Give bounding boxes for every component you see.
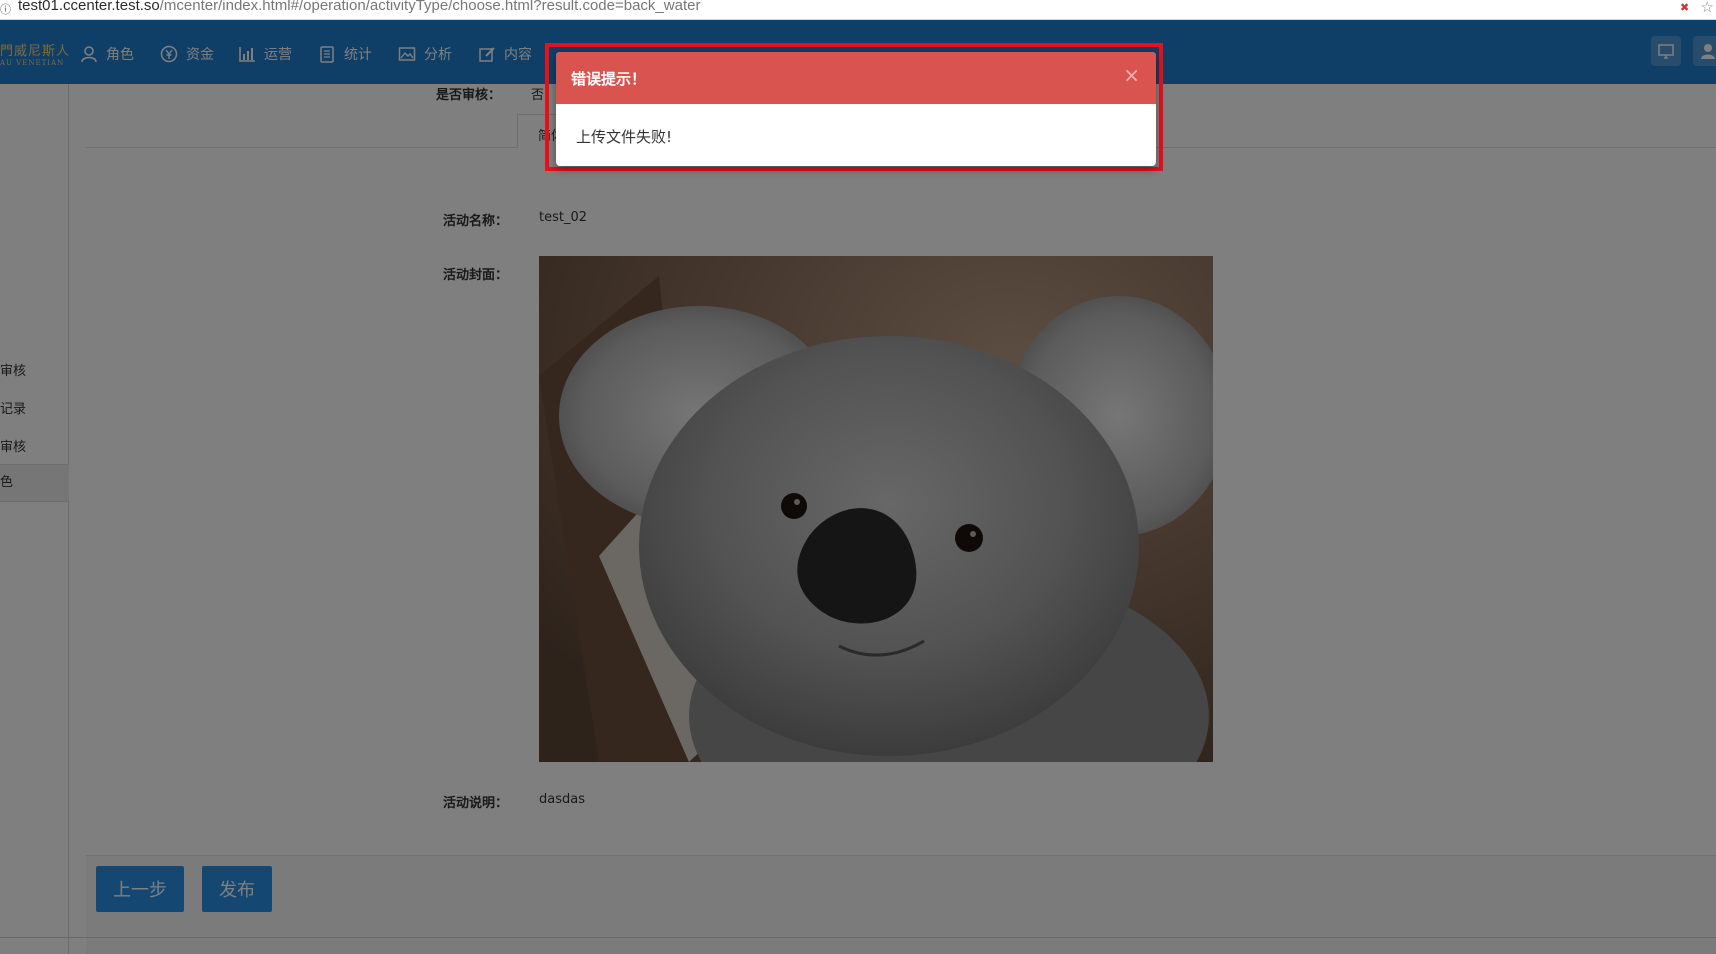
url-text[interactable]: test01.ccenter.test.so/mcenter/index.htm… [18, 0, 700, 14]
close-icon[interactable]: × [1123, 65, 1140, 85]
url-host: test01.ccenter.test.so [18, 0, 160, 14]
url-path: /mcenter/index.html#/operation/activityT… [159, 0, 701, 14]
dialog-header: 错误提示！ × [556, 52, 1156, 104]
dialog-message: 上传文件失败! [576, 128, 673, 146]
bookmark-star-icon[interactable]: ☆ [1701, 0, 1714, 16]
extension-icon[interactable]: ✖ [1680, 1, 1694, 15]
dialog-title: 错误提示！ [571, 70, 647, 88]
error-dialog: 错误提示！ × 上传文件失败! [556, 52, 1156, 166]
browser-url-bar[interactable]: ⓘ test01.ccenter.test.so/mcenter/index.h… [0, 0, 1716, 20]
info-icon[interactable]: ⓘ [0, 1, 11, 17]
